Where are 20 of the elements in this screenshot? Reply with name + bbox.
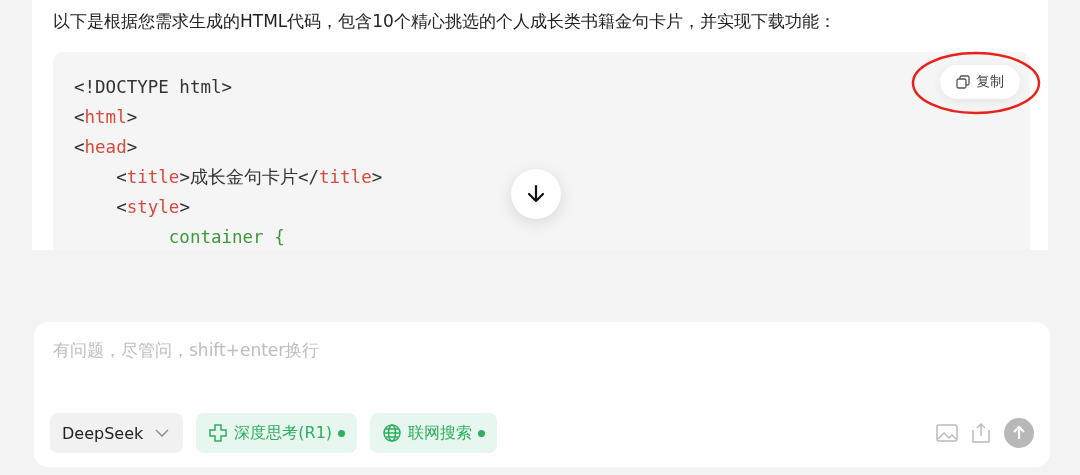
- message-input[interactable]: 有问题，尽管问，shift+enter换行: [50, 340, 656, 360]
- status-dot: [478, 429, 486, 437]
- arrow-up-icon: [1011, 425, 1027, 441]
- code-line: <title>成长金句卡片</title>: [115, 166, 383, 189]
- code-line: <style>: [115, 196, 190, 219]
- copy-button[interactable]: 复制: [940, 65, 1020, 99]
- status-dot: [338, 429, 346, 437]
- model-select[interactable]: DeepSeek: [50, 413, 184, 453]
- upload-icon[interactable]: [971, 422, 991, 444]
- copy-icon: [956, 75, 970, 89]
- code-line: container {: [167, 226, 285, 249]
- send-button[interactable]: [1004, 418, 1034, 448]
- message-text: 以下是根据您需求生成的HTML代码，包含10个精心挑选的个人成长类书籍金句卡片，并实现下载功能：: [53, 10, 837, 33]
- arrow-down-icon: [526, 184, 546, 204]
- image-icon[interactable]: [936, 423, 958, 443]
- code-line: <head>: [74, 136, 138, 159]
- code-line: <!DOCTYPE html>: [74, 76, 233, 99]
- code-line: <html>: [74, 106, 138, 129]
- chevron-down-icon: [155, 429, 170, 437]
- globe-icon: [382, 423, 403, 443]
